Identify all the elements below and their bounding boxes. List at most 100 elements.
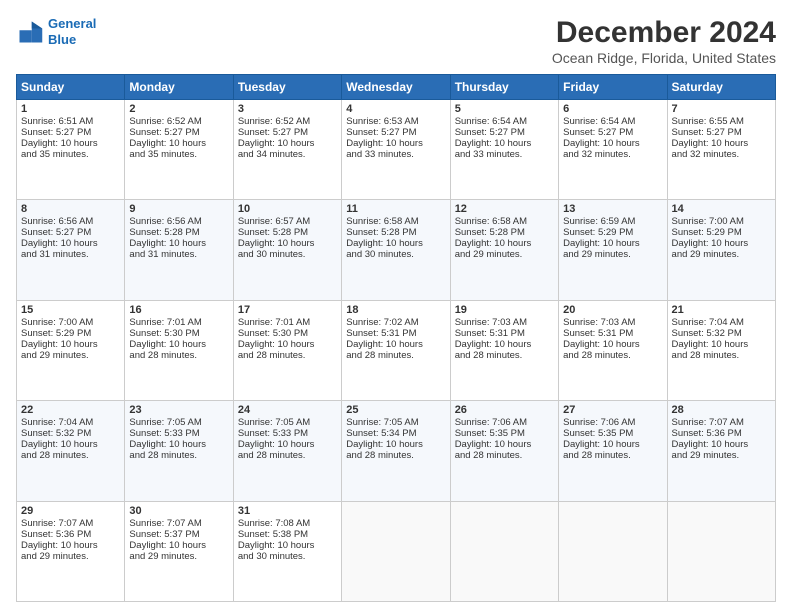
- day-info-line: and 30 minutes.: [346, 249, 445, 260]
- day-info-line: and 32 minutes.: [672, 149, 771, 160]
- day-info-line: and 29 minutes.: [21, 350, 120, 361]
- day-info-line: and 30 minutes.: [238, 249, 337, 260]
- day-info-line: Sunset: 5:27 PM: [21, 127, 120, 138]
- day-info-line: and 28 minutes.: [129, 450, 228, 461]
- logo-line2: Blue: [48, 32, 76, 47]
- day-info-line: Sunrise: 7:06 AM: [563, 417, 662, 428]
- day-info-line: Daylight: 10 hours: [563, 439, 662, 450]
- day-info-line: Sunrise: 7:00 AM: [672, 216, 771, 227]
- calendar-week-4: 22Sunrise: 7:04 AMSunset: 5:32 PMDayligh…: [17, 401, 776, 501]
- day-info-line: Daylight: 10 hours: [21, 439, 120, 450]
- day-number: 13: [563, 203, 662, 215]
- day-number: 4: [346, 103, 445, 115]
- day-info-line: Sunset: 5:28 PM: [129, 227, 228, 238]
- day-info-line: and 29 minutes.: [672, 450, 771, 461]
- calendar-cell: 8Sunrise: 6:56 AMSunset: 5:27 PMDaylight…: [17, 200, 125, 300]
- day-number: 5: [455, 103, 554, 115]
- day-number: 18: [346, 304, 445, 316]
- day-info-line: Sunset: 5:27 PM: [563, 127, 662, 138]
- day-info-line: Daylight: 10 hours: [563, 138, 662, 149]
- day-number: 9: [129, 203, 228, 215]
- calendar-table: SundayMondayTuesdayWednesdayThursdayFrid…: [16, 74, 776, 602]
- calendar-cell: 3Sunrise: 6:52 AMSunset: 5:27 PMDaylight…: [233, 100, 341, 200]
- calendar-week-2: 8Sunrise: 6:56 AMSunset: 5:27 PMDaylight…: [17, 200, 776, 300]
- day-info-line: and 28 minutes.: [346, 350, 445, 361]
- day-info-line: Daylight: 10 hours: [238, 138, 337, 149]
- day-number: 17: [238, 304, 337, 316]
- day-info-line: Sunset: 5:35 PM: [455, 428, 554, 439]
- subtitle: Ocean Ridge, Florida, United States: [552, 50, 776, 66]
- calendar-cell: 15Sunrise: 7:00 AMSunset: 5:29 PMDayligh…: [17, 300, 125, 400]
- day-info-line: Daylight: 10 hours: [238, 238, 337, 249]
- day-info-line: and 28 minutes.: [129, 350, 228, 361]
- day-info-line: Daylight: 10 hours: [129, 339, 228, 350]
- day-info-line: Sunset: 5:30 PM: [238, 328, 337, 339]
- day-info-line: and 29 minutes.: [21, 551, 120, 562]
- day-info-line: Daylight: 10 hours: [346, 339, 445, 350]
- day-info-line: Sunrise: 7:00 AM: [21, 317, 120, 328]
- day-info-line: Daylight: 10 hours: [21, 238, 120, 249]
- day-info-line: Sunrise: 6:55 AM: [672, 116, 771, 127]
- day-number: 16: [129, 304, 228, 316]
- calendar-cell: [450, 501, 558, 601]
- day-info-line: and 31 minutes.: [129, 249, 228, 260]
- col-header-tuesday: Tuesday: [233, 75, 341, 100]
- day-info-line: Sunrise: 6:56 AM: [21, 216, 120, 227]
- calendar-cell: [559, 501, 667, 601]
- day-info-line: Daylight: 10 hours: [238, 339, 337, 350]
- day-info-line: Daylight: 10 hours: [21, 339, 120, 350]
- day-info-line: Daylight: 10 hours: [672, 339, 771, 350]
- day-info-line: Daylight: 10 hours: [346, 238, 445, 249]
- day-info-line: Sunrise: 7:02 AM: [346, 317, 445, 328]
- col-header-thursday: Thursday: [450, 75, 558, 100]
- calendar-cell: 30Sunrise: 7:07 AMSunset: 5:37 PMDayligh…: [125, 501, 233, 601]
- day-info-line: Daylight: 10 hours: [672, 439, 771, 450]
- day-info-line: Sunset: 5:27 PM: [672, 127, 771, 138]
- calendar-cell: 20Sunrise: 7:03 AMSunset: 5:31 PMDayligh…: [559, 300, 667, 400]
- day-info-line: and 28 minutes.: [672, 350, 771, 361]
- day-info-line: Daylight: 10 hours: [455, 138, 554, 149]
- day-info-line: and 29 minutes.: [129, 551, 228, 562]
- day-info-line: Sunrise: 6:53 AM: [346, 116, 445, 127]
- calendar-cell: 29Sunrise: 7:07 AMSunset: 5:36 PMDayligh…: [17, 501, 125, 601]
- day-info-line: Sunrise: 6:58 AM: [455, 216, 554, 227]
- day-number: 30: [129, 505, 228, 517]
- day-number: 6: [563, 103, 662, 115]
- day-info-line: Sunset: 5:27 PM: [129, 127, 228, 138]
- day-info-line: Sunset: 5:33 PM: [238, 428, 337, 439]
- day-info-line: and 28 minutes.: [563, 350, 662, 361]
- calendar-cell: 23Sunrise: 7:05 AMSunset: 5:33 PMDayligh…: [125, 401, 233, 501]
- day-number: 11: [346, 203, 445, 215]
- day-info-line: Sunrise: 6:51 AM: [21, 116, 120, 127]
- calendar-cell: 19Sunrise: 7:03 AMSunset: 5:31 PMDayligh…: [450, 300, 558, 400]
- day-info-line: and 28 minutes.: [21, 450, 120, 461]
- logo-icon: [16, 18, 44, 46]
- calendar-cell: 4Sunrise: 6:53 AMSunset: 5:27 PMDaylight…: [342, 100, 450, 200]
- day-info-line: and 32 minutes.: [563, 149, 662, 160]
- col-header-saturday: Saturday: [667, 75, 775, 100]
- day-info-line: Sunset: 5:36 PM: [672, 428, 771, 439]
- day-info-line: Sunrise: 6:54 AM: [455, 116, 554, 127]
- day-number: 2: [129, 103, 228, 115]
- day-info-line: Sunset: 5:30 PM: [129, 328, 228, 339]
- day-number: 14: [672, 203, 771, 215]
- day-info-line: Daylight: 10 hours: [238, 540, 337, 551]
- day-info-line: Sunrise: 7:08 AM: [238, 518, 337, 529]
- day-info-line: and 29 minutes.: [563, 249, 662, 260]
- logo-text: General Blue: [48, 16, 96, 47]
- calendar-cell: 24Sunrise: 7:05 AMSunset: 5:33 PMDayligh…: [233, 401, 341, 501]
- day-info-line: Sunset: 5:37 PM: [129, 529, 228, 540]
- day-info-line: Sunset: 5:28 PM: [346, 227, 445, 238]
- day-info-line: Daylight: 10 hours: [455, 238, 554, 249]
- day-info-line: Sunrise: 7:06 AM: [455, 417, 554, 428]
- day-number: 23: [129, 404, 228, 416]
- day-number: 15: [21, 304, 120, 316]
- calendar-cell: 2Sunrise: 6:52 AMSunset: 5:27 PMDaylight…: [125, 100, 233, 200]
- day-info-line: Sunrise: 7:03 AM: [455, 317, 554, 328]
- day-info-line: and 28 minutes.: [238, 450, 337, 461]
- day-info-line: Sunrise: 7:07 AM: [21, 518, 120, 529]
- day-info-line: and 31 minutes.: [21, 249, 120, 260]
- header: General Blue December 2024 Ocean Ridge, …: [16, 16, 776, 66]
- day-number: 22: [21, 404, 120, 416]
- day-info-line: Daylight: 10 hours: [346, 439, 445, 450]
